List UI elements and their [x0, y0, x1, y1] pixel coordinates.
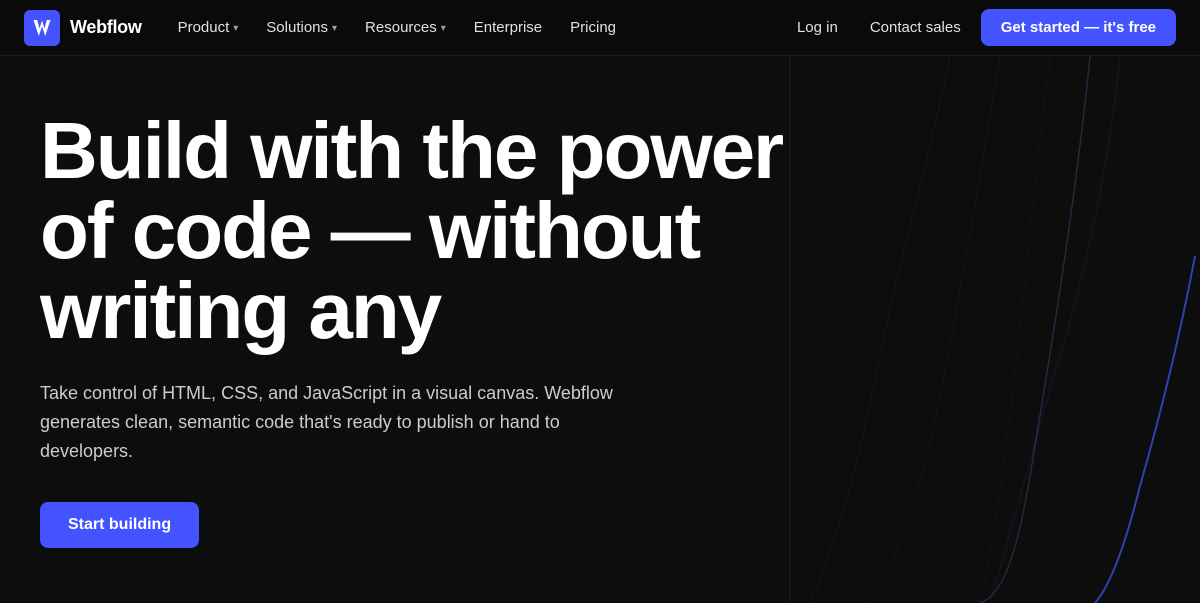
contact-sales-label: Contact sales — [870, 19, 961, 36]
hero-content: Build with the power of code — without w… — [40, 111, 790, 547]
chevron-down-icon: ▾ — [233, 23, 238, 34]
hero-section: Build with the power of code — without w… — [0, 56, 1200, 603]
hero-subtitle: Take control of HTML, CSS, and JavaScrip… — [40, 379, 620, 465]
contact-sales-link[interactable]: Contact sales — [858, 11, 973, 44]
login-label: Log in — [797, 19, 838, 36]
nav-item-pricing-label: Pricing — [570, 19, 616, 36]
nav-item-product-label: Product — [178, 19, 230, 36]
chevron-down-icon: ▾ — [332, 23, 337, 34]
nav-item-enterprise-label: Enterprise — [474, 19, 542, 36]
nav-item-solutions[interactable]: Solutions ▾ — [254, 11, 349, 44]
chevron-down-icon: ▾ — [441, 23, 446, 34]
nav-item-enterprise[interactable]: Enterprise — [462, 11, 554, 44]
navbar-left: Webflow Product ▾ Solutions ▾ Resources … — [24, 10, 628, 46]
logo-link[interactable]: Webflow — [24, 10, 142, 46]
start-building-button[interactable]: Start building — [40, 502, 199, 548]
nav-items: Product ▾ Solutions ▾ Resources ▾ Enterp… — [166, 11, 628, 44]
brand-name: Webflow — [70, 17, 142, 38]
hero-title: Build with the power of code — without w… — [40, 111, 790, 351]
get-started-button[interactable]: Get started — it's free — [981, 9, 1176, 46]
webflow-logo-icon — [24, 10, 60, 46]
login-link[interactable]: Log in — [785, 11, 850, 44]
nav-item-resources[interactable]: Resources ▾ — [353, 11, 458, 44]
navbar: Webflow Product ▾ Solutions ▾ Resources … — [0, 0, 1200, 56]
nav-item-pricing[interactable]: Pricing — [558, 11, 628, 44]
navbar-right: Log in Contact sales Get started — it's … — [785, 9, 1176, 46]
nav-item-product[interactable]: Product ▾ — [166, 11, 251, 44]
nav-item-resources-label: Resources — [365, 19, 437, 36]
nav-item-solutions-label: Solutions — [266, 19, 328, 36]
